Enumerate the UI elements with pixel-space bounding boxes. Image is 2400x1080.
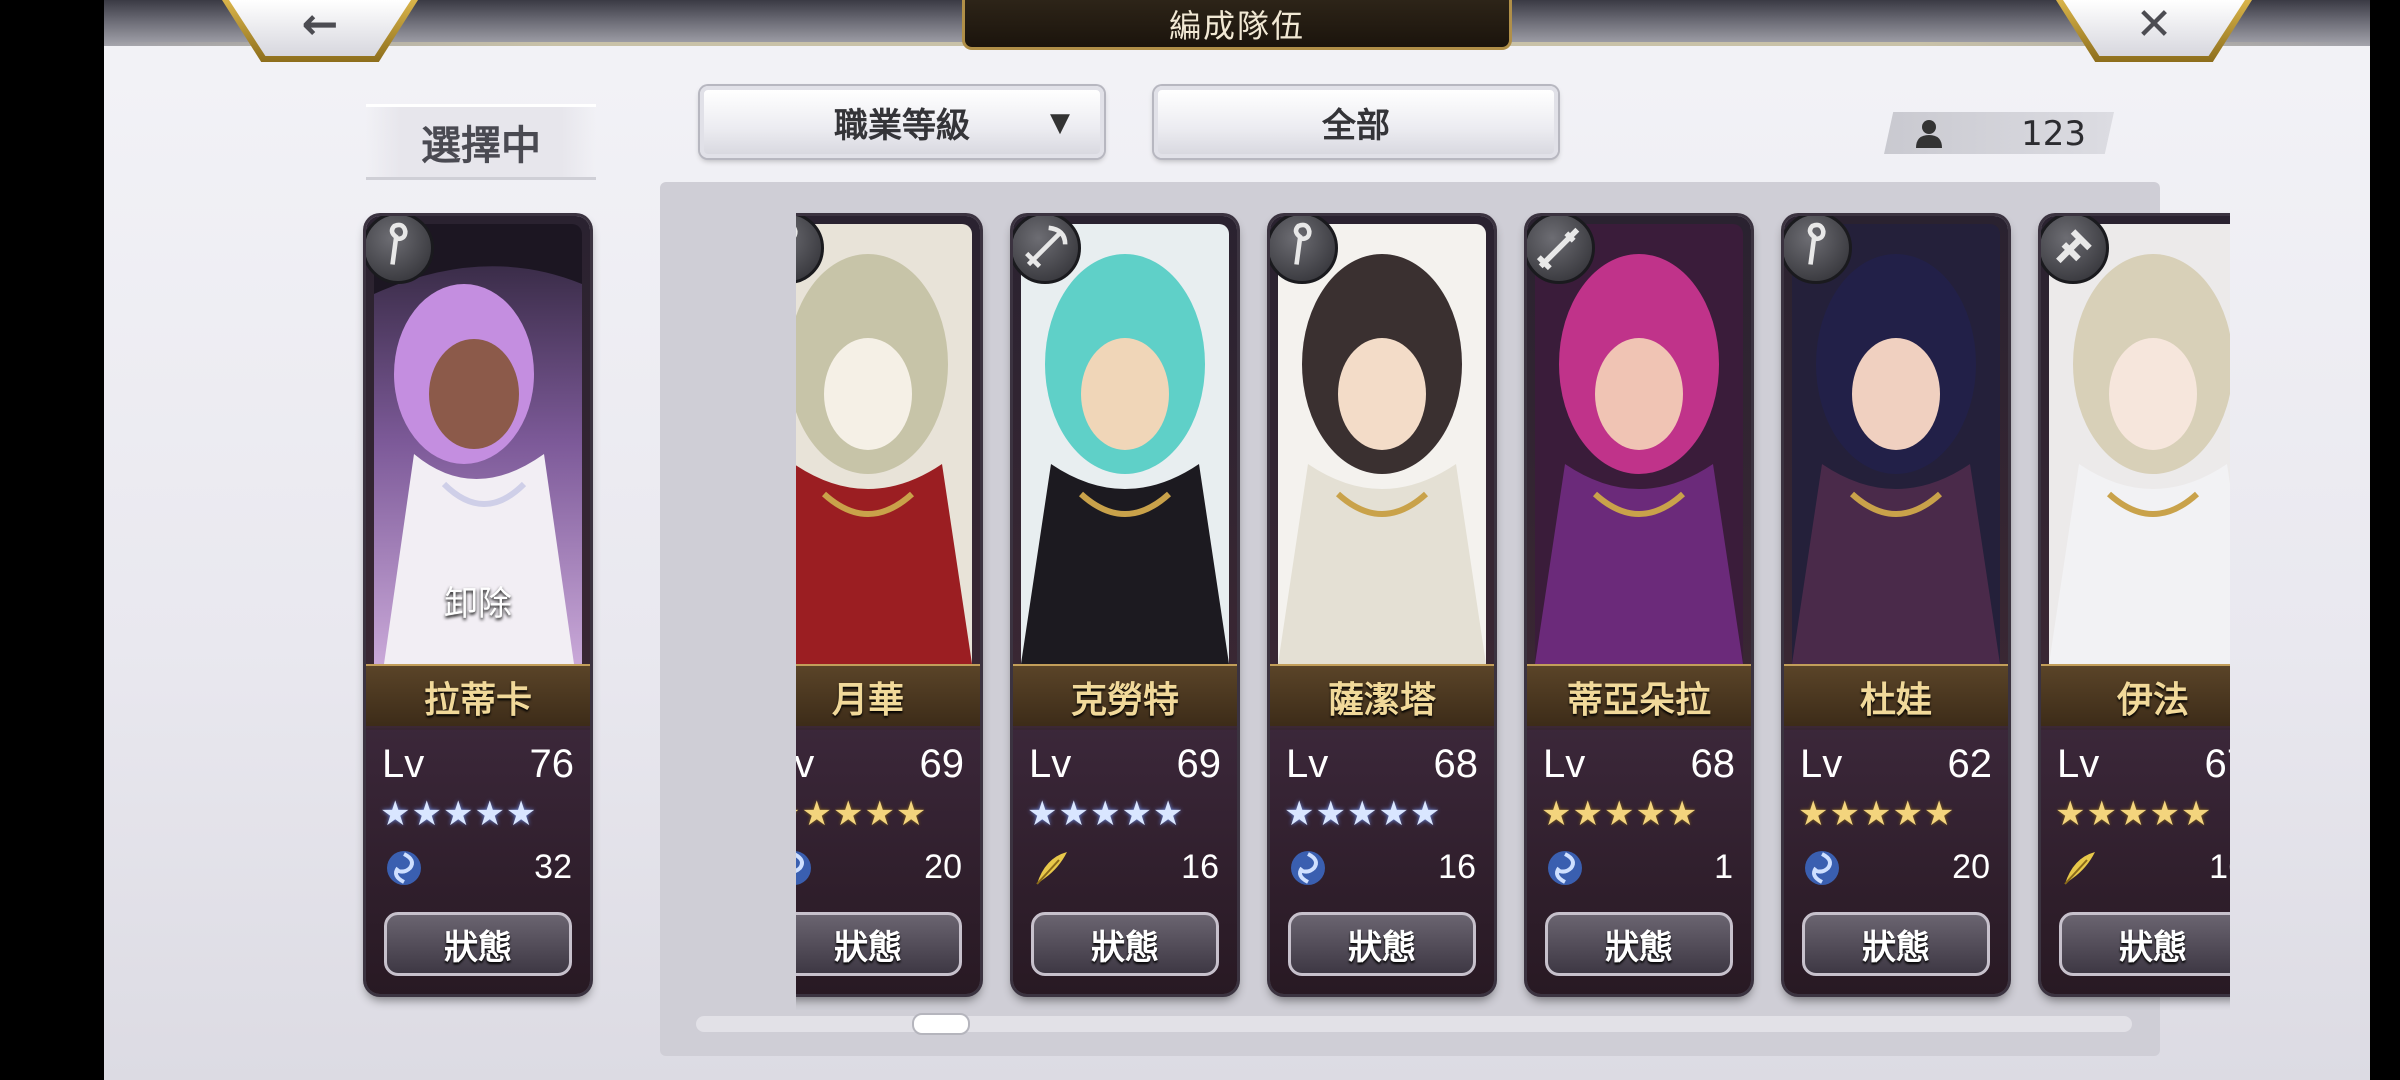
character-name: 伊法 [2041,664,2230,730]
rarity-stars: ★★★★★ [2055,794,2213,834]
character-card[interactable]: 月華 Lv 69 ★★★★★ 20 狀態 [796,216,980,994]
element-value: 16 [2209,848,2230,886]
unit-count-box: 123 [1884,112,2114,154]
wind-element-icon [387,851,421,885]
character-name: 薩潔塔 [1270,664,1494,730]
character-stats: Lv 76 ★★★★★ 32 狀態 [366,726,590,994]
element-value: 16 [1181,848,1219,886]
rarity-stars: ★★★★★ [1284,794,1442,834]
close-icon: ✕ [2135,0,2173,50]
selected-section-label: 選擇中 [366,104,596,180]
status-button[interactable]: 狀態 [1288,912,1476,976]
character-card[interactable]: 蒂亞朵拉 Lv 68 ★★★★★ 1 狀態 [1527,216,1751,994]
character-stats: Lv 62 ★★★★★ 20 狀態 [1784,726,2008,994]
level-label: Lv [1800,742,1843,786]
rarity-stars: ★★★★★ [1541,794,1699,834]
feather-element-icon [2064,852,2095,885]
character-name: 蒂亞朵拉 [1527,664,1751,730]
wind-element-icon [1805,851,1839,885]
level-label: Lv [1286,742,1329,786]
unit-count: 123 [2021,114,2086,154]
sort-dropdown-label: 職業等級 [834,105,970,146]
rarity-stars: ★★★★★ [796,794,928,834]
class-staff-icon [1270,216,1338,284]
character-stats: Lv 67 ★★★★★ 16 狀態 [2041,726,2230,994]
character-card[interactable]: 伊法 Lv 67 ★★★★★ 16 狀態 [2041,216,2230,994]
sort-dropdown[interactable]: 職業等級 ▼ [700,86,1104,158]
level-label: Lv [796,742,815,786]
character-name: 克勞特 [1013,664,1237,730]
status-button[interactable]: 狀態 [1545,912,1733,976]
element-value: 32 [534,848,572,886]
wind-element-icon [1548,851,1582,885]
caret-down-icon: ▼ [1050,108,1070,138]
class-staff-icon [366,216,434,284]
character-portrait [2049,224,2230,664]
character-card[interactable]: 克勞特 Lv 69 ★★★★★ 16 狀態 [1013,216,1237,994]
class-staff-icon [796,216,824,284]
status-button[interactable]: 狀態 [1031,912,1219,976]
status-button[interactable]: 狀態 [796,912,962,976]
character-portrait [1792,224,2000,664]
level-value: 76 [529,742,575,786]
feather-element-icon [1036,852,1067,885]
element-value: 20 [924,848,962,886]
user-icon [1916,120,1942,148]
character-portrait [1278,224,1486,664]
character-portrait [1535,224,1743,664]
level-label: Lv [382,742,425,786]
arrow-left-icon: ← [301,0,339,50]
filter-button-label: 全部 [1322,105,1390,146]
scrollbar-thumb[interactable] [912,1013,970,1035]
character-stats: Lv 69 ★★★★★ 20 狀態 [796,726,980,994]
class-staff-icon [1784,216,1852,284]
status-button[interactable]: 狀態 [1802,912,1990,976]
level-value: 68 [1690,742,1736,786]
back-button[interactable]: ← [222,0,418,62]
wind-element-icon [1291,851,1325,885]
rarity-stars: ★★★★★ [380,794,538,834]
character-stats: Lv 68 ★★★★★ 16 狀態 [1270,726,1494,994]
character-list[interactable]: 月華 Lv 69 ★★★★★ 20 狀態 克勞特 [796,200,2230,1010]
level-value: 62 [1947,742,1993,786]
character-card[interactable]: 薩潔塔 Lv 68 ★★★★★ 16 狀態 [1270,216,1494,994]
level-value: 69 [919,742,965,786]
party-formation-screen: ← ✕ 編成隊伍 選擇中 職業等級 ▼ 全部 123 卸除 拉蒂卡 Lv 76 … [104,0,2370,1080]
level-label: Lv [1029,742,1072,786]
wind-element-icon [796,851,811,885]
element-value: 20 [1952,848,1990,886]
character-name: 杜娃 [1784,664,2008,730]
class-bow-icon [1013,216,1081,284]
character-stats: Lv 69 ★★★★★ 16 狀態 [1013,726,1237,994]
selected-character-card[interactable]: 卸除 拉蒂卡 Lv 76 ★★★★★ 32 狀態 [366,216,590,994]
element-value: 1 [1714,848,1733,886]
level-value: 69 [1176,742,1222,786]
element-value: 16 [1438,848,1476,886]
class-hammer-icon [2041,216,2109,284]
rarity-stars: ★★★★★ [1798,794,1956,834]
screen-title: 編成隊伍 [962,0,1512,50]
status-button[interactable]: 狀態 [2059,912,2230,976]
class-sword-icon [1527,216,1595,284]
release-label: 卸除 [444,584,512,624]
level-value: 68 [1433,742,1479,786]
character-name: 月華 [796,664,980,730]
character-stats: Lv 68 ★★★★★ 1 狀態 [1527,726,1751,994]
character-card[interactable]: 杜娃 Lv 62 ★★★★★ 20 狀態 [1784,216,2008,994]
level-value: 67 [2204,742,2231,786]
character-portrait [1021,224,1229,664]
character-portrait [796,224,972,664]
status-button[interactable]: 狀態 [384,912,572,976]
character-name: 拉蒂卡 [366,664,590,730]
close-button[interactable]: ✕ [2056,0,2252,62]
level-label: Lv [1543,742,1586,786]
filter-button[interactable]: 全部 [1154,86,1558,158]
rarity-stars: ★★★★★ [1027,794,1185,834]
level-label: Lv [2057,742,2100,786]
